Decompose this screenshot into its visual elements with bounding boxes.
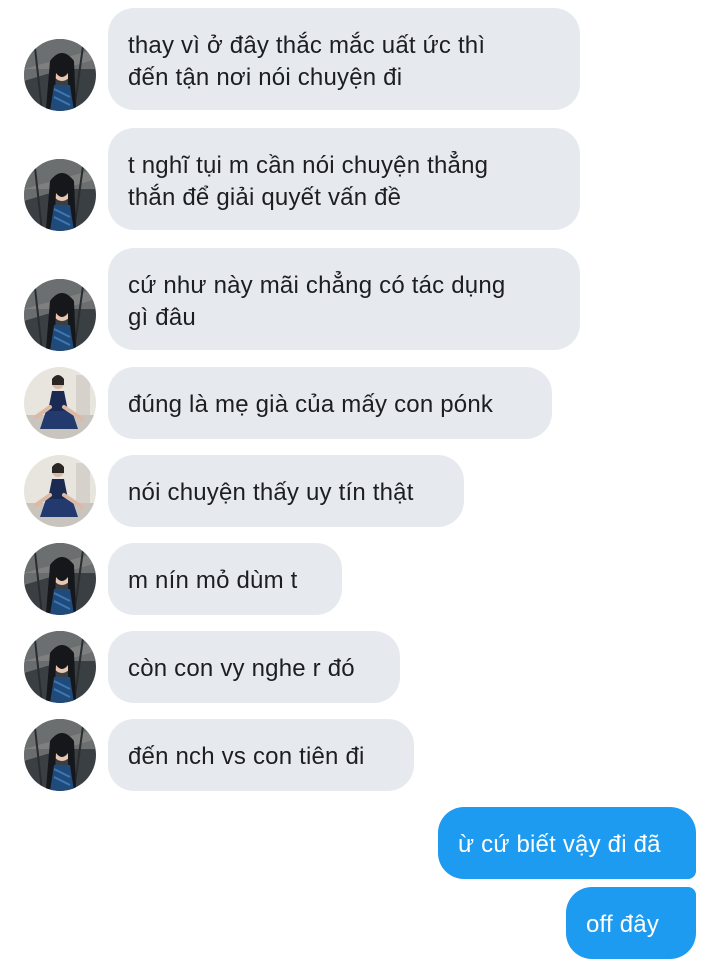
message-bubble-incoming[interactable]: thay vì ở đây thắc mắc uất ức thì đến tậ… — [108, 8, 580, 110]
profile-photo-seated-woman-avatar — [24, 455, 96, 527]
profile-photo-dark-hair-avatar — [24, 39, 96, 111]
avatar[interactable] — [24, 159, 96, 231]
avatar[interactable] — [24, 455, 96, 527]
profile-photo-dark-hair-avatar — [24, 543, 96, 615]
profile-photo-seated-woman-avatar — [24, 367, 96, 439]
message-bubble-incoming[interactable]: t nghĩ tụi m cần nói chuyện thẳng thắn đ… — [108, 128, 580, 230]
profile-photo-dark-hair-avatar — [24, 159, 96, 231]
message-bubble-incoming[interactable]: còn con vy nghe r đó — [108, 631, 400, 703]
message-bubble-incoming[interactable]: đúng là mẹ già của mấy con pónk — [108, 367, 552, 439]
profile-photo-dark-hair-avatar — [24, 279, 96, 351]
conversation-thread: thay vì ở đây thắc mắc uất ức thì đến tậ… — [0, 0, 720, 968]
avatar[interactable] — [24, 367, 96, 439]
avatar[interactable] — [24, 631, 96, 703]
message-bubble-incoming[interactable]: nói chuyện thấy uy tín thật — [108, 455, 464, 527]
message-bubble-incoming[interactable]: cứ như này mãi chẳng có tác dụng gì đâu — [108, 248, 580, 350]
message-bubble-incoming[interactable]: đến nch vs con tiên đi — [108, 719, 414, 791]
message-bubble-outgoing[interactable]: ừ cứ biết vậy đi đã — [438, 807, 696, 879]
message-bubble-incoming[interactable]: m nín mỏ dùm t — [108, 543, 342, 615]
profile-photo-dark-hair-avatar — [24, 719, 96, 791]
avatar[interactable] — [24, 39, 96, 111]
avatar[interactable] — [24, 719, 96, 791]
avatar[interactable] — [24, 279, 96, 351]
avatar[interactable] — [24, 543, 96, 615]
message-bubble-outgoing[interactable]: off đây — [566, 887, 696, 959]
profile-photo-dark-hair-avatar — [24, 631, 96, 703]
